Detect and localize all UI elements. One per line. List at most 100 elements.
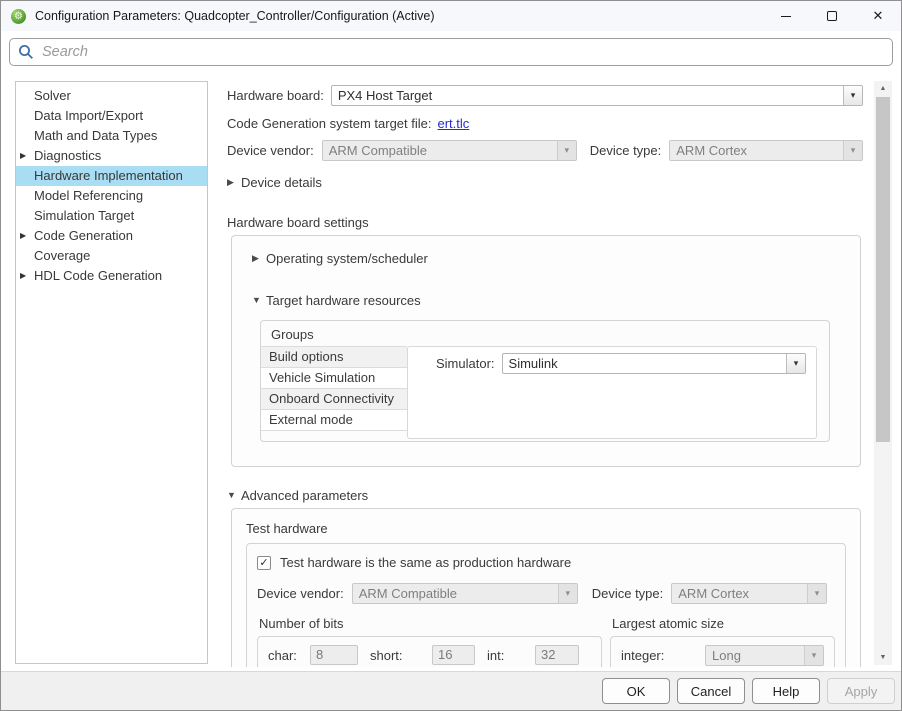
expand-arrow-icon: ▶ [20, 266, 34, 286]
maximize-button[interactable] [809, 1, 855, 31]
test-device-vendor-value: ARM Compatible [353, 584, 558, 603]
test-device-vendor-combo: ARM Compatible ▾ [352, 583, 578, 604]
groups-tab-list: Build options Vehicle Simulation Onboard… [261, 346, 407, 439]
scroll-down-button[interactable]: ▼ [874, 650, 892, 665]
expanded-arrow-icon: ▼ [252, 295, 266, 305]
expanded-arrow-icon: ▼ [227, 490, 241, 500]
sidebar-item-label: HDL Code Generation [34, 266, 162, 286]
advanced-parameters-expander[interactable]: ▼ Advanced parameters [223, 487, 863, 503]
sidebar-item-model-referencing[interactable]: Model Referencing [16, 186, 207, 206]
hardware-board-label: Hardware board: [227, 88, 324, 103]
hardware-board-settings-panel: ▶ Operating system/scheduler ▼ Target ha… [231, 235, 861, 467]
configuration-parameters-dialog: ⚙ Configuration Parameters: Quadcopter_C… [0, 0, 902, 711]
combo-arrow-icon: ▾ [807, 584, 826, 603]
sidebar-item-label: Model Referencing [34, 186, 143, 206]
sidebar-item-label: Coverage [34, 246, 90, 266]
group-tab-vehicle-simulation[interactable]: Vehicle Simulation [261, 368, 407, 389]
group-tab-onboard-connectivity[interactable]: Onboard Connectivity [261, 389, 407, 410]
device-details-expander[interactable]: ▶ Device details [223, 174, 863, 190]
largest-atomic-size-panel: integer: Long ▾ [610, 636, 835, 667]
advanced-parameters-panel: Test hardware ✓ Test hardware is the sam… [231, 508, 861, 667]
sidebar-item-data-import-export[interactable]: Data Import/Export [16, 106, 207, 126]
sidebar-item-math-and-data-types[interactable]: Math and Data Types [16, 126, 207, 146]
sidebar-item-simulation-target[interactable]: Simulation Target [16, 206, 207, 226]
device-vendor-label: Device vendor: [257, 586, 344, 601]
scroll-up-icon: ▲ [880, 85, 887, 92]
simulator-combo[interactable]: Simulink ▾ [502, 353, 806, 374]
operating-system-label: Operating system/scheduler [266, 251, 428, 266]
combo-arrow-icon: ▾ [843, 86, 862, 105]
group-tab-external-mode[interactable]: External mode [261, 410, 407, 431]
operating-system-expander[interactable]: ▶ Operating system/scheduler [248, 250, 844, 266]
simulink-config-icon: ⚙ [11, 9, 26, 24]
scroll-down-icon: ▼ [880, 654, 887, 661]
sidebar-item-label: Hardware Implementation [34, 166, 183, 186]
scroll-up-button[interactable]: ▲ [874, 81, 892, 96]
test-hardware-checkbox-label: Test hardware is the same as production … [280, 555, 571, 570]
category-tree: Solver Data Import/Export Math and Data … [15, 81, 208, 664]
test-device-type-combo: ARM Cortex ▾ [671, 583, 827, 604]
vertical-scrollbar[interactable]: ▲ ▼ [874, 81, 892, 665]
sidebar-item-solver[interactable]: Solver [16, 86, 207, 106]
minimize-button[interactable] [763, 1, 809, 31]
close-button[interactable]: ✕ [855, 1, 901, 31]
window-title: Configuration Parameters: Quadcopter_Con… [35, 9, 435, 23]
sidebar-item-hardware-implementation[interactable]: Hardware Implementation [16, 166, 207, 186]
apply-button: Apply [827, 678, 895, 704]
titlebar: ⚙ Configuration Parameters: Quadcopter_C… [1, 1, 901, 31]
integer-atomic-combo: Long ▾ [705, 645, 824, 666]
window-controls: ✕ [763, 1, 901, 31]
integer-label: integer: [621, 648, 705, 663]
char-label: char: [268, 648, 310, 663]
dialog-footer: OK Cancel Help Apply [1, 671, 901, 710]
device-vendor-combo: ARM Compatible ▾ [322, 140, 577, 161]
groups-title: Groups [261, 327, 829, 343]
ok-button[interactable]: OK [602, 678, 670, 704]
cancel-button[interactable]: Cancel [677, 678, 745, 704]
combo-arrow-icon: ▾ [804, 646, 823, 665]
device-vendor-value: ARM Compatible [323, 141, 557, 160]
number-of-bits-title: Number of bits [257, 616, 602, 632]
device-type-combo: ARM Cortex ▾ [669, 140, 863, 161]
target-resources-expander[interactable]: ▼ Target hardware resources [248, 292, 844, 308]
scrollbar-thumb[interactable] [876, 97, 890, 442]
help-button[interactable]: Help [752, 678, 820, 704]
test-hardware-checkbox[interactable]: ✓ [257, 556, 271, 570]
expand-arrow-icon: ▶ [20, 226, 34, 246]
target-file-label: Code Generation system target file: [227, 116, 432, 131]
short-label: short: [370, 648, 432, 663]
search-input[interactable] [42, 44, 884, 60]
sidebar-item-label: Data Import/Export [34, 106, 143, 126]
sidebar-item-diagnostics[interactable]: ▶ Diagnostics [16, 146, 207, 166]
simulator-value: Simulink [503, 354, 786, 373]
target-resources-label: Target hardware resources [266, 293, 421, 308]
group-tab-build-options[interactable]: Build options [261, 347, 407, 368]
device-type-label: Device type: [590, 143, 662, 158]
search-row [1, 31, 901, 71]
search-icon [18, 44, 34, 60]
expand-arrow-icon: ▶ [20, 146, 34, 166]
group-content-panel: Simulator: Simulink ▾ [407, 346, 817, 439]
combo-arrow-icon: ▾ [786, 354, 805, 373]
combo-arrow-icon: ▾ [558, 584, 577, 603]
int-field: 32 [535, 645, 579, 665]
search-box [9, 38, 893, 66]
sidebar-item-label: Code Generation [34, 226, 133, 246]
number-of-bits-panel: char: 8 short: 16 int: 32 [257, 636, 602, 667]
close-icon: ✕ [873, 8, 884, 24]
sidebar-item-coverage[interactable]: Coverage [16, 246, 207, 266]
target-file-link[interactable]: ert.tlc [438, 116, 470, 131]
integer-atomic-value: Long [706, 646, 804, 665]
hardware-board-combo[interactable]: PX4 Host Target ▾ [331, 85, 863, 106]
settings-pane: Hardware board: PX4 Host Target ▾ Code G… [223, 75, 863, 667]
combo-arrow-icon: ▾ [843, 141, 862, 160]
dialog-body: Solver Data Import/Export Math and Data … [1, 71, 901, 671]
groups-panel: Groups Build options Vehicle Simulation … [260, 320, 830, 442]
collapsed-arrow-icon: ▶ [252, 253, 266, 264]
sidebar-item-label: Solver [34, 86, 71, 106]
maximize-icon [827, 11, 837, 21]
check-icon: ✓ [259, 556, 268, 569]
int-label: int: [487, 648, 535, 663]
sidebar-item-hdl-code-generation[interactable]: ▶ HDL Code Generation [16, 266, 207, 286]
sidebar-item-code-generation[interactable]: ▶ Code Generation [16, 226, 207, 246]
